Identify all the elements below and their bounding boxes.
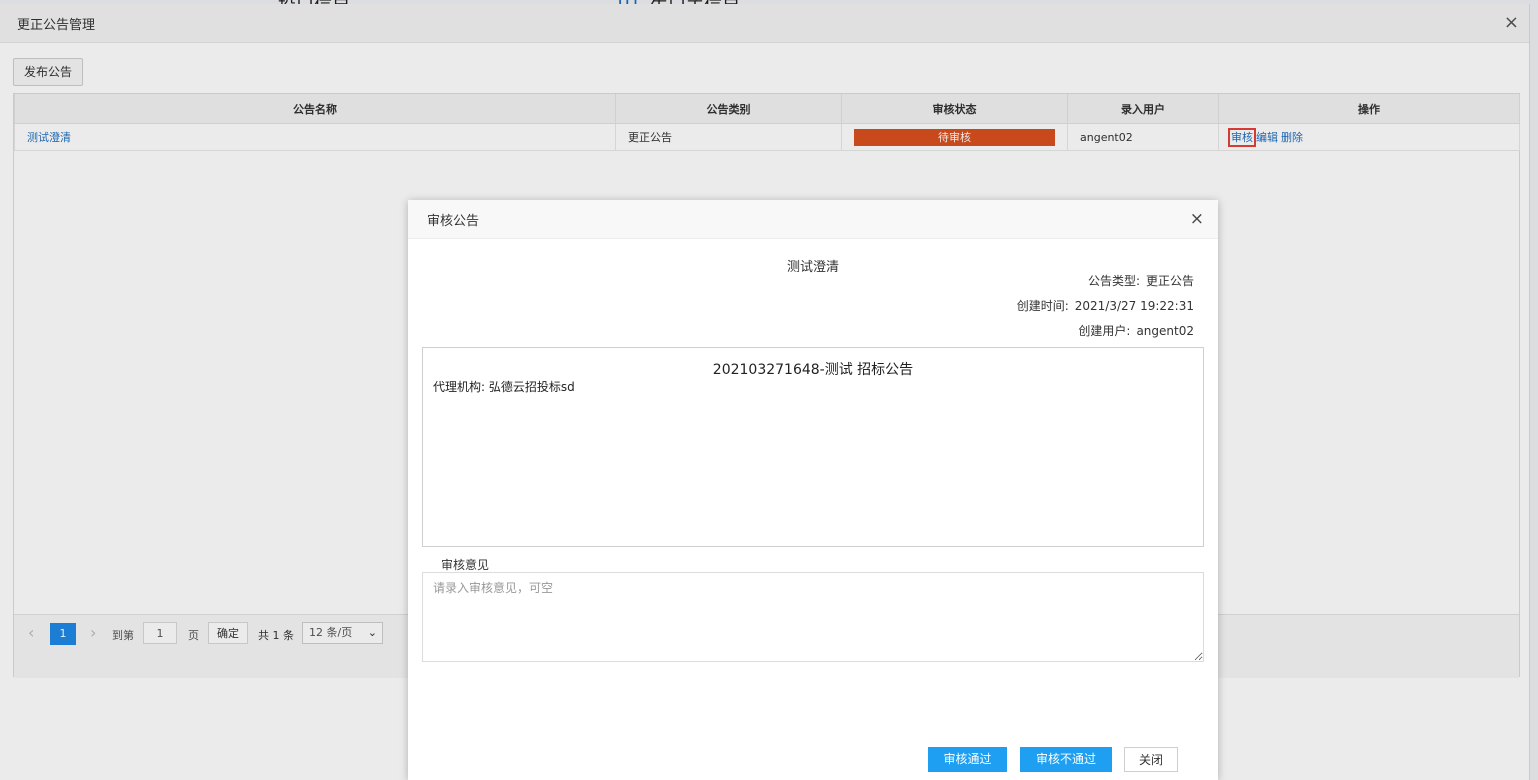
created-time-row: 创建时间: 2021/3/27 19:22:31 [1017,297,1194,314]
notice-type-label: 公告类型: [1087,274,1140,288]
audit-notice-modal: 审核公告 × 测试澄清 公告类型: 更正公告 创建时间: 2021/3/27 19:… [408,200,1218,780]
notice-type-row: 公告类型: 更正公告 [1088,272,1194,289]
reject-button[interactable]: 审核不通过 [1020,747,1112,772]
created-user-row: 创建用户: angent02 [1078,322,1194,339]
review-opinion-label: 审核意见 [441,558,490,572]
notice-content-box[interactable]: 202103271648-测试 招标公告 代理机构: 弘德云招投标sd [422,347,1204,547]
created-time-label: 创建时间: [1016,299,1069,313]
created-user-label: 创建用户: [1078,324,1131,338]
agency-line: 代理机构: 弘德云招投标sd [433,380,575,394]
created-user-value: angent02 [1136,324,1194,338]
modal-title: 审核公告 [427,214,480,229]
document-title: 202103271648-测试 招标公告 [712,362,914,378]
notice-type-value: 更正公告 [1145,274,1194,288]
close-button[interactable]: 关闭 [1124,747,1178,772]
approve-button[interactable]: 审核通过 [928,747,1007,772]
created-time-value: 2021/3/27 19:22:31 [1074,299,1194,313]
close-icon[interactable]: × [1190,209,1204,229]
review-opinion-input[interactable] [422,572,1204,662]
modal-header: 审核公告 × [408,200,1218,239]
